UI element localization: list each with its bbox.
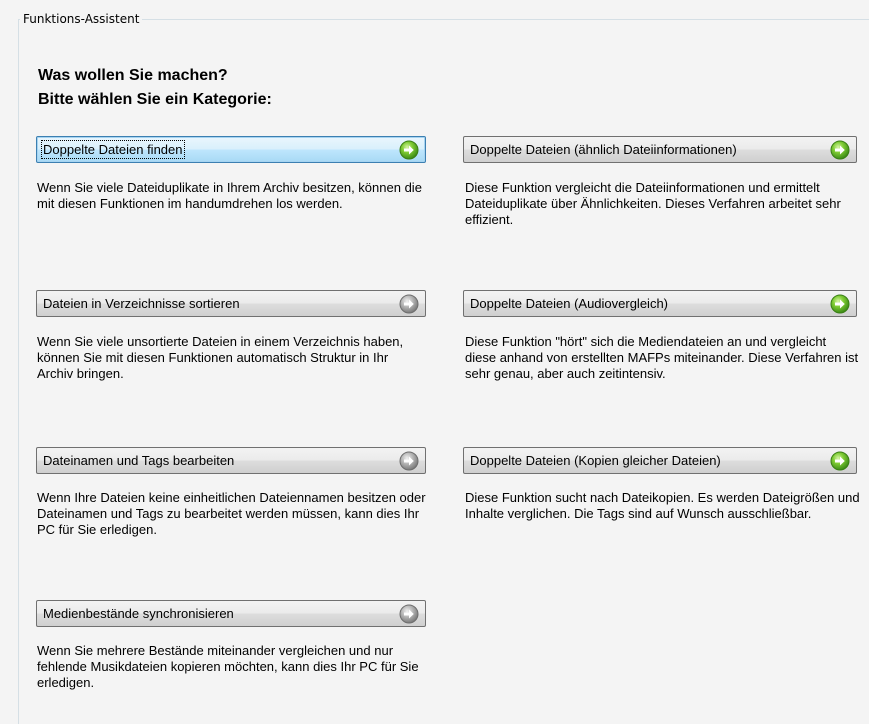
heading-question: Was wollen Sie machen? [38, 67, 228, 84]
identical-copies-description: Diese Funktion sucht nach Dateikopien. E… [465, 490, 860, 521]
similar-fileinfo-button[interactable]: Doppelte Dateien (ähnlich Dateiinformati… [463, 136, 857, 163]
sync-media-button[interactable]: Medienbestände synchronisieren [36, 600, 426, 627]
gray-arrow-icon [399, 604, 419, 623]
identical-copies-button[interactable]: Doppelte Dateien (Kopien gleicher Dateie… [463, 447, 857, 474]
similar-fileinfo-description: Diese Funktion vergleicht die Dateiinfor… [465, 180, 841, 227]
sort-into-folders-label: Dateien in Verzeichnisse sortieren [43, 296, 240, 311]
sync-media-label: Medienbestände synchronisieren [43, 606, 234, 621]
sort-into-folders-description: Wenn Sie viele unsortierte Dateien in ei… [37, 334, 404, 381]
audio-compare-label: Doppelte Dateien (Audiovergleich) [470, 296, 669, 311]
green-arrow-icon [399, 140, 419, 159]
function-assistant-panel: Funktions-Assistent Was wollen Sie mache… [0, 0, 869, 724]
gray-arrow-icon [399, 294, 419, 313]
green-arrow-icon [830, 140, 850, 159]
gray-arrow-icon [399, 451, 419, 470]
green-arrow-icon [830, 294, 850, 313]
edit-names-tags-label: Dateinamen und Tags bearbeiten [43, 453, 235, 468]
similar-fileinfo-label: Doppelte Dateien (ähnlich Dateiinformati… [470, 142, 737, 157]
edit-names-tags-description: Wenn Ihre Dateien keine einheitlichen Da… [37, 490, 426, 537]
find-duplicates-button[interactable]: Doppelte Dateien finden [36, 136, 426, 163]
audio-compare-button[interactable]: Doppelte Dateien (Audiovergleich) [463, 290, 857, 317]
group-legend: Funktions-Assistent [20, 12, 143, 26]
find-duplicates-description: Wenn Sie viele Dateiduplikate in Ihrem A… [37, 180, 422, 211]
sync-media-description: Wenn Sie mehrere Bestände miteinander ve… [37, 643, 419, 690]
identical-copies-label: Doppelte Dateien (Kopien gleicher Dateie… [470, 453, 721, 468]
green-arrow-icon [830, 451, 850, 470]
audio-compare-description: Diese Funktion "hört" sich die Mediendat… [465, 334, 859, 381]
find-duplicates-label: Doppelte Dateien finden [41, 140, 185, 159]
heading-instruction: Bitte wählen Sie ein Kategorie: [38, 91, 272, 108]
sort-into-folders-button[interactable]: Dateien in Verzeichnisse sortieren [36, 290, 426, 317]
edit-names-tags-button[interactable]: Dateinamen und Tags bearbeiten [36, 447, 426, 474]
